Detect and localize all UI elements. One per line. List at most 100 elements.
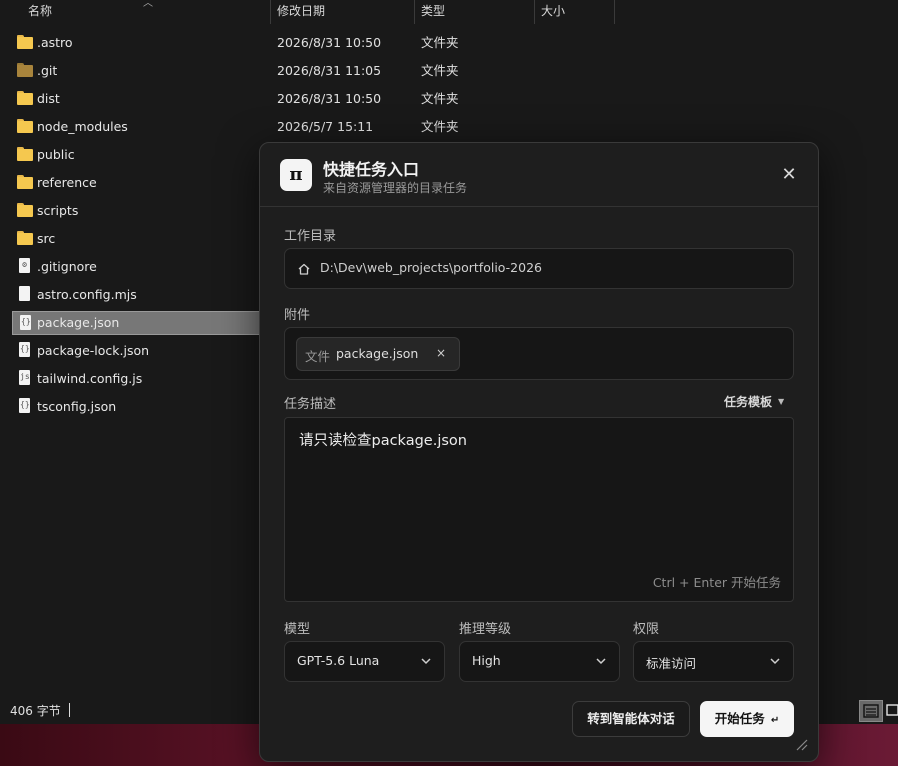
file-name: node_modules [37,119,128,134]
column-name-header[interactable]: 名称 [22,0,52,24]
folder-icon [17,35,33,50]
file-row-git[interactable]: .git 2026/8/31 11:05 文件夹 [12,59,459,83]
reasoning-value: High [472,653,501,668]
caret-down-icon: ▼ [778,397,785,406]
reasoning-label: 推理等级 [459,622,512,637]
model-select[interactable]: GPT-5.6 Luna [284,641,445,682]
column-divider[interactable] [614,0,615,24]
chevron-down-icon [596,658,606,665]
home-icon [298,263,310,275]
list-view-icon [863,704,879,718]
dialog-header: π 快捷任务入口 来自资源管理器的目录任务 ✕ [260,143,818,207]
task-description-input[interactable]: 请只读检查package.json Ctrl + Enter 开始任务 [284,417,794,602]
document-icon [17,286,33,302]
folder-icon [17,231,33,246]
attachments-field[interactable]: 文件 package.json × [284,327,794,380]
file-name: .git [37,63,58,78]
task-template-button[interactable]: 任务模板 ▼ [724,393,784,410]
status-divider [69,703,70,717]
remove-attachment-icon[interactable]: × [436,346,446,360]
tiles-view-button[interactable] [884,700,898,722]
json-file-icon: {} [17,342,33,358]
quick-task-dialog: π 快捷任务入口 来自资源管理器的目录任务 ✕ 工作目录 D:\Dev\web_… [259,142,819,762]
file-type: 文件夹 [421,63,459,78]
permission-select[interactable]: 标准访问 [633,641,794,682]
file-row-dist[interactable]: dist 2026/8/31 10:50 文件夹 [12,87,459,111]
folder-icon [17,119,33,134]
attachment-kind: 文件 [305,349,331,364]
file-type: 文件夹 [421,119,459,134]
task-description-text: 请只读检查package.json [299,433,467,449]
file-date: 2026/8/31 10:50 [277,91,382,106]
file-row-node-modules[interactable]: node_modules 2026/5/7 15:11 文件夹 [12,115,459,139]
selection-size: 406 字节 [10,704,61,718]
folder-icon [17,63,33,78]
dialog-subtitle: 来自资源管理器的目录任务 [323,181,468,195]
workdir-label: 工作目录 [284,229,337,244]
folder-icon [17,175,33,190]
preview-view-icon [886,704,898,716]
file-name: reference [37,175,97,190]
file-name: tailwind.config.js [37,371,143,386]
file-date: 2026/8/31 11:05 [277,63,382,78]
file-row-package-lock[interactable]: {} package-lock.json [12,339,260,363]
json-file-icon: {} [18,315,34,331]
task-description-label: 任务描述 [284,397,337,412]
folder-icon [17,91,33,106]
file-type: 文件夹 [421,91,459,106]
file-name: public [37,147,75,162]
file-type: 文件夹 [421,35,459,50]
start-task-label: 开始任务 [714,711,765,726]
file-name: scripts [37,203,79,218]
reasoning-select[interactable]: High [459,641,620,682]
file-row-src[interactable]: src [12,227,260,251]
file-name: .gitignore [37,259,97,274]
folder-icon [17,147,33,162]
sort-up-icon: ︿ [143,0,153,9]
model-label: 模型 [284,622,311,637]
attachments-label: 附件 [284,308,311,323]
column-header-bar: 名称 ︿ 修改日期 类型 大小 [0,0,898,24]
file-row-gitignore[interactable]: ⚙ .gitignore [12,255,260,279]
chevron-down-icon [421,658,431,665]
resize-grip-icon[interactable] [794,737,808,751]
file-row-reference[interactable]: reference [12,171,260,195]
file-name: dist [37,91,60,106]
column-modified-header[interactable]: 修改日期 [271,0,325,24]
file-date: 2026/8/31 10:50 [277,35,382,50]
model-value: GPT-5.6 Luna [297,653,380,668]
chevron-down-icon [770,658,780,665]
pi-logo-icon: π [280,159,312,191]
attachment-chip[interactable]: 文件 package.json × [296,337,460,371]
go-to-agent-chat-button[interactable]: 转到智能体对话 [572,701,690,737]
file-row-astro-config[interactable]: astro.config.mjs [12,283,260,307]
file-row-astro[interactable]: .astro 2026/8/31 10:50 文件夹 [12,31,459,55]
js-file-icon: js [17,370,33,386]
column-type-header[interactable]: 类型 [415,0,445,24]
permission-value: 标准访问 [646,656,697,671]
enter-key-icon: ↵ [770,715,780,726]
details-view-button[interactable] [859,700,883,722]
permission-label: 权限 [633,622,660,637]
file-row-tsconfig[interactable]: {} tsconfig.json [12,395,260,419]
folder-icon [17,203,33,218]
workdir-path: D:\Dev\web_projects\portfolio-2026 [320,260,542,275]
file-name: package-lock.json [37,343,150,358]
json-file-icon: {} [17,398,33,414]
file-date: 2026/5/7 15:11 [277,119,374,134]
task-template-label: 任务模板 [724,395,773,409]
file-name: .astro [37,35,73,50]
start-task-button[interactable]: 开始任务 ↵ [700,701,794,737]
workdir-field[interactable]: D:\Dev\web_projects\portfolio-2026 [284,248,794,289]
file-name: src [37,231,56,246]
file-row-tailwind-config[interactable]: js tailwind.config.js [12,367,260,391]
file-name: package.json [37,315,120,330]
column-size-header[interactable]: 大小 [535,0,565,24]
file-row-scripts[interactable]: scripts [12,199,260,223]
close-icon[interactable]: ✕ [778,164,800,186]
file-row-public[interactable]: public [12,143,260,167]
file-row-package-json[interactable]: {} package.json [12,311,260,335]
dialog-title: 快捷任务入口 [323,160,420,179]
file-name: tsconfig.json [37,399,117,414]
submit-shortcut-hint: Ctrl + Enter 开始任务 [652,575,781,590]
